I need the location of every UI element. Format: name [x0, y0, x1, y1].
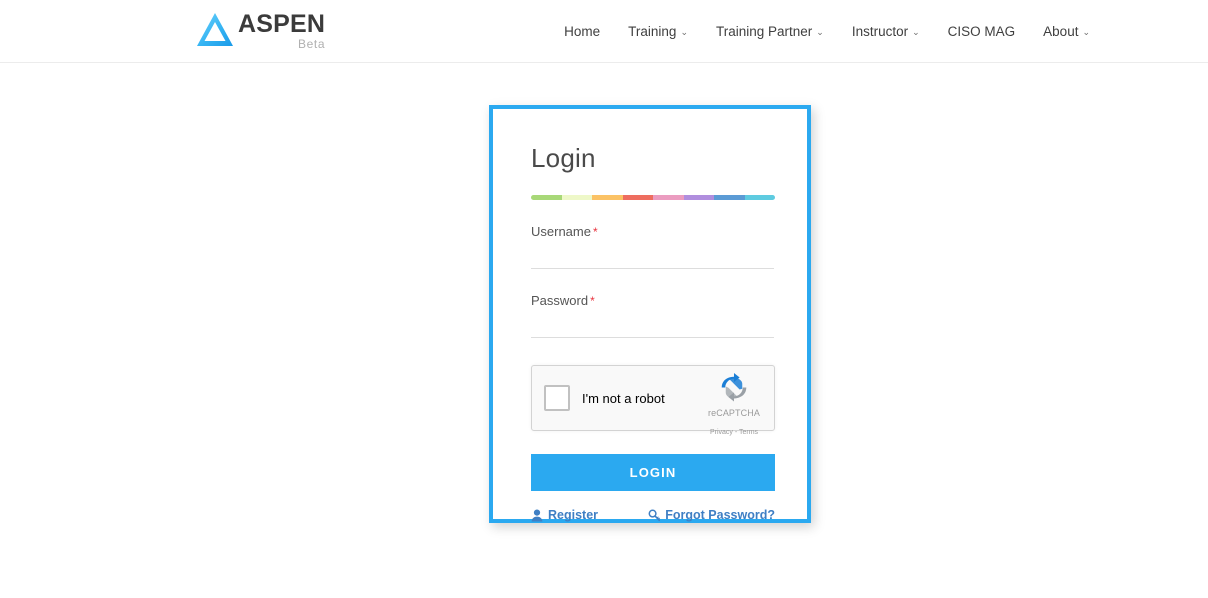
brand-sub-label: Beta	[298, 37, 326, 51]
rainbow-divider	[531, 195, 775, 200]
username-input[interactable]	[531, 245, 774, 269]
recaptcha-brand-name: reCAPTCHA	[708, 408, 760, 418]
page-body: Login Username * Password * I'm not a ro…	[0, 63, 1208, 598]
login-card-inner: Login Username * Password * I'm not a ro…	[493, 109, 807, 522]
login-card: Login Username * Password * I'm not a ro…	[489, 105, 811, 523]
username-label-text: Username	[531, 224, 591, 239]
nav-item-label: Instructor	[851, 23, 909, 39]
rainbow-segment-4	[622, 195, 653, 200]
recaptcha-label: I'm not a robot	[582, 390, 665, 406]
main-navigation: Home Training ⌄ Training Partner ⌄ Instr…	[564, 0, 1090, 62]
card-footer-links: Register Forgot Password?	[531, 508, 775, 522]
page-title: Login	[531, 143, 596, 173]
nav-item-label: CISO MAG	[947, 23, 1016, 39]
brand-name: ASPEN	[238, 10, 326, 38]
password-label: Password *	[531, 293, 774, 308]
nav-item-label: About	[1043, 23, 1079, 39]
recaptcha-legal-links[interactable]: Privacy - Terms	[710, 429, 758, 436]
nav-item-training[interactable]: Training ⌄	[628, 24, 688, 39]
rainbow-segment-3	[592, 195, 623, 200]
rainbow-segment-1	[531, 195, 562, 200]
triangle-logo-icon	[197, 13, 233, 46]
password-label-text: Password	[531, 293, 589, 308]
recaptcha-icon	[721, 373, 747, 402]
nav-item-label: Training Partner	[715, 23, 813, 39]
password-input[interactable]	[531, 314, 774, 338]
recaptcha-branding: reCAPTCHA Privacy - Terms	[703, 373, 765, 439]
chevron-down-icon: ⌄	[816, 26, 824, 37]
recaptcha-widget[interactable]: I'm not a robot reCAPTCHA Privacy - Term…	[531, 365, 775, 436]
user-icon	[531, 509, 543, 521]
brand-text: ASPEN Beta	[238, 8, 325, 51]
nav-item-training-partner[interactable]: Training Partner ⌄	[716, 24, 824, 39]
nav-item-label: Home	[564, 23, 601, 39]
forgot-password-link[interactable]: Forgot Password?	[648, 508, 775, 522]
brand-logo[interactable]: ASPEN Beta	[193, 8, 325, 54]
rainbow-segment-7	[714, 195, 745, 200]
nav-item-label: Training	[628, 23, 677, 39]
site-header: ASPEN Beta Home Training ⌄ Training Part…	[0, 0, 1208, 63]
nav-item-home[interactable]: Home	[564, 24, 600, 39]
rainbow-segment-6	[683, 195, 714, 200]
required-asterisk: *	[590, 294, 595, 308]
nav-item-about[interactable]: About ⌄	[1043, 24, 1090, 39]
recaptcha-checkbox[interactable]	[544, 385, 570, 411]
nav-item-ciso-mag[interactable]: CISO MAG	[948, 24, 1016, 39]
chevron-down-icon: ⌄	[680, 26, 688, 37]
register-link-label: Register	[548, 508, 599, 522]
rainbow-segment-5	[653, 195, 684, 200]
chevron-down-icon: ⌄	[1082, 26, 1090, 37]
rainbow-segment-2	[561, 195, 592, 200]
username-label: Username *	[531, 224, 774, 239]
key-search-icon	[648, 509, 661, 521]
login-button[interactable]: LOGIN	[531, 454, 775, 491]
register-link[interactable]: Register	[531, 508, 598, 522]
nav-item-instructor[interactable]: Instructor ⌄	[852, 24, 920, 39]
chevron-down-icon: ⌄	[912, 26, 920, 37]
username-field: Username *	[531, 224, 774, 269]
rainbow-segment-8	[744, 195, 775, 200]
required-asterisk: *	[592, 225, 598, 239]
forgot-password-link-label: Forgot Password?	[665, 508, 775, 522]
password-field: Password *	[531, 293, 774, 338]
